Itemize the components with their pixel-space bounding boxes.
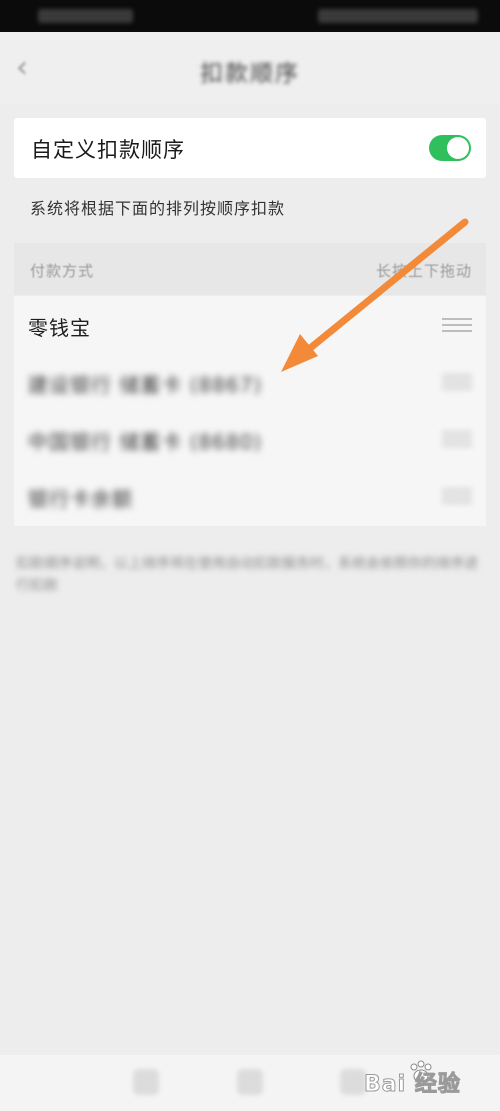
order-note-text: 扣款顺序说明，以上排序将在使用自动扣款服务时，系统会依照你的排序进行扣款: [16, 556, 478, 594]
page-title: 扣款顺序: [200, 61, 300, 87]
payment-method-label: 零钱宝: [28, 316, 91, 340]
status-bar-left-info: [38, 9, 133, 23]
custom-order-toggle[interactable]: [429, 135, 471, 161]
drag-handle-icon[interactable]: [442, 489, 472, 503]
drag-handle-icon[interactable]: [442, 432, 472, 446]
recent-apps-icon[interactable]: [340, 1069, 366, 1095]
payment-method-row[interactable]: 银行卡余额: [14, 467, 486, 524]
back-nav-icon[interactable]: [133, 1069, 159, 1095]
payment-method-label: 建设银行 储蓄卡 (8867): [28, 373, 263, 397]
order-hint-text: 系统将根据下面的排列按顺序扣款: [30, 199, 286, 218]
status-bar-right-info: [318, 9, 478, 23]
payment-method-row[interactable]: 中国银行 储蓄卡 (8680): [14, 410, 486, 467]
payment-list-header: 付款方式 长按上下拖动: [14, 243, 486, 295]
payment-method-column-label: 付款方式: [30, 262, 95, 280]
payment-method-row[interactable]: 零钱宝: [14, 296, 486, 353]
payment-method-list: 零钱宝 建设银行 储蓄卡 (8867) 中国银行 储蓄卡 (8680) 银行卡余…: [14, 296, 486, 526]
toggle-knob: [447, 137, 469, 159]
payment-method-row[interactable]: 建设银行 储蓄卡 (8867): [14, 353, 486, 410]
nav-bar: ‹ 扣款顺序: [0, 32, 500, 104]
home-nav-icon[interactable]: [237, 1069, 263, 1095]
drag-handle-icon[interactable]: [442, 375, 472, 389]
status-bar: [0, 0, 500, 32]
payment-method-label: 中国银行 储蓄卡 (8680): [28, 430, 263, 454]
baidu-jingyan-watermark: Bai 经验: [364, 1058, 482, 1098]
payment-method-label: 银行卡余额: [28, 487, 133, 511]
drag-handle-icon[interactable]: [442, 318, 472, 332]
watermark-text: Bai 经验: [364, 1072, 461, 1098]
drag-hint-label: 长按上下拖动: [375, 262, 472, 280]
custom-order-label: 自定义扣款顺序: [31, 138, 185, 162]
custom-order-card: 自定义扣款顺序: [14, 118, 486, 178]
